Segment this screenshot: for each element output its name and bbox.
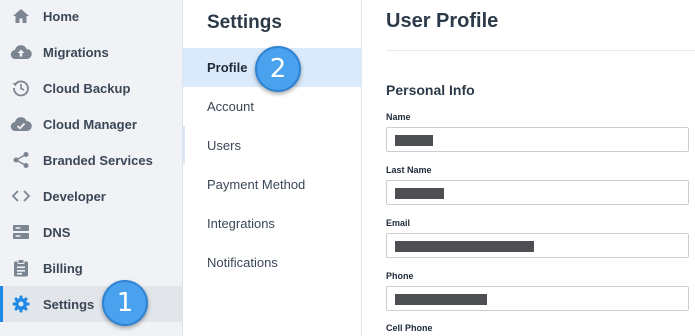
email-label: Email [386,218,411,228]
menu-item-label: Notifications [207,255,278,270]
nav-item-home[interactable]: Home [0,0,182,34]
nav-item-label: Cloud Backup [43,80,131,96]
nav-item-migrations[interactable]: Migrations [0,34,182,70]
nav-item-label: Settings [43,296,95,312]
nav-item-label: Home [43,8,80,24]
settings-menu-item-integrations[interactable]: Integrations [183,204,361,243]
nav-item-label: DNS [43,224,71,240]
settings-menu-title: Settings [207,12,282,33]
server-icon [10,221,32,243]
redacted-value [395,241,534,252]
last-name-label: Last Name [386,165,432,175]
section-title: Personal Info [386,82,475,98]
last-name-field[interactable] [386,180,689,205]
name-field[interactable] [386,127,689,152]
redacted-value [395,188,444,199]
clipboard-icon [10,257,32,279]
code-icon [10,185,32,207]
nav-item-dns[interactable]: DNS [0,214,182,250]
settings-menu-item-notifications[interactable]: Notifications [183,243,361,282]
cloud-upload-icon [10,41,32,63]
cloud-check-icon [10,113,32,135]
menu-item-label: Payment Method [207,177,306,192]
name-label: Name [386,112,411,122]
home-icon [10,5,32,27]
settings-menu-item-payment-method[interactable]: Payment Method [183,165,361,204]
menu-item-label: Users [207,138,241,153]
nav-item-settings[interactable]: Settings [0,286,182,322]
menu-item-label: Profile [207,60,248,75]
redacted-value [395,294,487,305]
nav-item-label: Migrations [43,44,109,60]
settings-menu-item-users[interactable]: Users [183,126,361,165]
nav-item-cloud-manager[interactable]: Cloud Manager [0,106,182,142]
user-profile-panel: User Profile Personal Info Name Last Nam… [363,0,695,336]
nav-item-label: Developer [43,188,106,204]
main-sidebar: Home Migrations Cloud Backup Cloud Manag… [0,0,183,336]
history-icon [10,77,32,99]
email-field[interactable] [386,233,689,258]
nav-item-label: Branded Services [43,152,153,168]
step-badge-1: 1 [102,280,148,326]
menu-item-label: Account [207,99,254,114]
phone-label: Phone [386,271,414,281]
phone-field[interactable] [386,286,689,311]
nav-item-billing[interactable]: Billing [0,250,182,286]
step-badge-number: 1 [116,288,134,318]
share-icon [10,149,32,171]
title-divider [386,50,695,51]
nav-item-developer[interactable]: Developer [0,178,182,214]
menu-item-label: Integrations [207,216,275,231]
step-badge-number: 2 [269,54,287,84]
settings-menu-item-account[interactable]: Account [183,87,361,126]
cell-phone-label: Cell Phone [386,323,433,333]
nav-item-cloud-backup[interactable]: Cloud Backup [0,70,182,106]
gear-icon [10,293,32,315]
step-badge-2: 2 [255,46,301,92]
redacted-value [395,135,433,146]
nav-item-label: Billing [43,260,83,276]
page-title: User Profile [386,10,499,32]
nav-item-label: Cloud Manager [43,116,137,132]
nav-item-branded-services[interactable]: Branded Services [0,142,182,178]
